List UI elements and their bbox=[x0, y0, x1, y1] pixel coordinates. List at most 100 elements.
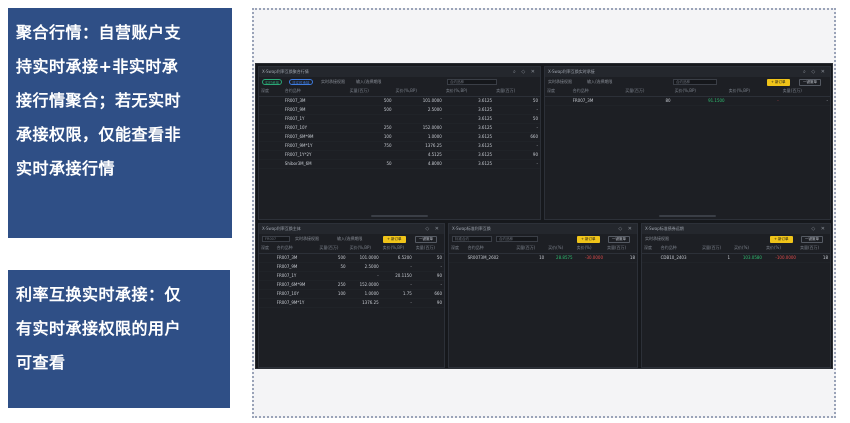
term-filter-label[interactable]: 输入/选择期限 bbox=[587, 77, 612, 87]
table-cell: 500 bbox=[347, 96, 394, 106]
panel-irs-main: X-Swap利率互换主体 ◇ ✕ FR007 实时承接权限 输入/选择期限 + … bbox=[258, 223, 445, 368]
non-realtime-tag[interactable]: 非实时承接 bbox=[289, 79, 313, 85]
table-cell bbox=[347, 114, 394, 124]
permission-toggle-label[interactable]: 实时承接权限 bbox=[548, 77, 572, 87]
column-header: 深度 bbox=[449, 244, 466, 254]
column-header: 买价(%) bbox=[732, 244, 764, 254]
cancel-all-button[interactable]: 一键撤单 bbox=[608, 236, 630, 243]
panel-title-bar[interactable]: X-Swap标准债券远期 ◇ ✕ bbox=[642, 224, 830, 234]
new-order-button[interactable]: + 新订单 bbox=[770, 236, 793, 243]
table-row[interactable]: CDB10_2403 1 103.0580 -100.0000 18 bbox=[642, 253, 830, 263]
panel-title: X-Swap利率互换聚合行情 bbox=[262, 69, 309, 74]
callout-line: 实时承接行情 bbox=[16, 159, 116, 178]
table-cell: -30.0000 bbox=[574, 253, 605, 263]
table-row[interactable]: FR007_9M 50 2.5000- - bbox=[259, 262, 444, 272]
cancel-all-button[interactable]: 一键撤单 bbox=[415, 236, 437, 243]
panel-controls-icon[interactable]: ◇ ✕ bbox=[618, 224, 634, 234]
callout-line: 持实时承接+非实时承 bbox=[16, 57, 179, 76]
table-cell: 28.8575 bbox=[546, 253, 575, 263]
panel-title-bar[interactable]: X-Swap利率互换聚合行情 ⌕ ◇ ✕ bbox=[259, 67, 540, 77]
table-row[interactable]: FR007_6M*9M 100 1.0000 3.6125 660 bbox=[259, 132, 540, 142]
panel-toolbar: 实时承接权限 + 新订单 一键撤单 bbox=[642, 234, 830, 244]
table-cell bbox=[347, 150, 394, 160]
table-row[interactable]: Shibor3M_6M 50 4.8000 3.6125- bbox=[259, 159, 540, 169]
table-cell: 10 bbox=[514, 253, 547, 263]
column-header: 买价(%,BP) bbox=[672, 87, 727, 97]
trading-terminal: X-Swap利率互换聚合行情 ⌕ ◇ ✕ 实时承接 非实时承接 实时承接权限 输… bbox=[255, 63, 833, 369]
panel-toolbar: 实时承接 非实时承接 实时承接权限 输入/选择期限 合约品种 bbox=[259, 77, 540, 87]
table-cell: 250 bbox=[347, 123, 394, 133]
table-row[interactable]: FR007_10Y 250 152.0000 3.6125- bbox=[259, 123, 540, 133]
table-row[interactable]: FR007_10Y 100 1.0000 1.75 660 bbox=[259, 289, 444, 299]
callout-line: 接行情聚合；若无实时 bbox=[16, 91, 182, 110]
column-header: 深度 bbox=[545, 87, 571, 97]
panel-title-bar[interactable]: X-Swap标准利率互换 ◇ ✕ bbox=[449, 224, 637, 234]
table-row[interactable]: FR007_1Y -3.6125 50 bbox=[259, 114, 540, 124]
quotes-table: 深度 合约品种 买量(百万) 买价(%,BP) 卖价(%,BP) 卖量(百万) … bbox=[259, 244, 444, 308]
table-cell: Shibor3M_6M bbox=[282, 159, 348, 169]
table-cell: - bbox=[494, 105, 540, 115]
table-row[interactable]: FR007_9M 500 2.5000 3.6125- bbox=[259, 105, 540, 115]
table-cell: -100.0000 bbox=[763, 253, 798, 263]
panel-controls-icon[interactable]: ◇ ✕ bbox=[811, 224, 827, 234]
permission-toggle-label[interactable]: 实时承接权限 bbox=[645, 234, 669, 244]
panel-title-bar[interactable]: X-Swap利率互换主体 ◇ ✕ bbox=[259, 224, 444, 234]
new-order-button[interactable]: + 新订单 bbox=[577, 236, 600, 243]
panel-title: X-Swap标准债券远期 bbox=[645, 226, 684, 231]
column-header: 深度 bbox=[259, 244, 275, 254]
search-input[interactable]: 合约品种 bbox=[673, 79, 717, 85]
column-header: 合约品种 bbox=[658, 244, 700, 254]
panel-controls-icon[interactable]: ⌕ ◇ ✕ bbox=[803, 67, 827, 77]
cancel-all-button[interactable]: 一键撤单 bbox=[799, 79, 821, 86]
table-body: CDB10_2403 1 103.0580 -100.0000 18 bbox=[642, 253, 830, 263]
table-cell: 2.5000 bbox=[347, 262, 381, 272]
horizontal-scrollbar[interactable] bbox=[659, 215, 716, 217]
quotes-table: 深度 合约品种 买量(百万) 买价(%,BP) 卖价(%,BP) 卖量(百万) … bbox=[259, 87, 540, 169]
table-row[interactable]: SR0073M_2602 10 28.8575 -30.0000 18 bbox=[449, 253, 637, 263]
table-row[interactable]: FR007_3M 500 101.0000 3.6125 50 bbox=[259, 96, 540, 106]
column-header: 买量(百万) bbox=[514, 244, 547, 254]
permission-toggle-label[interactable]: 实时承接权限 bbox=[295, 234, 319, 244]
table-row[interactable]: FR007_9M*1Y 1376.25-90 bbox=[259, 298, 444, 308]
table-row[interactable]: FR007_6M*9M 250 152.0000- - bbox=[259, 280, 444, 290]
depth-cell bbox=[259, 271, 275, 281]
panel-toolbar: FR007 实时承接权限 输入/选择期限 + 新订单 一键撤单 bbox=[259, 234, 444, 244]
column-header: 卖量(百万) bbox=[797, 244, 830, 254]
table-row[interactable]: FR007_3M 500 101.0000 6.5200 50 bbox=[259, 253, 444, 263]
depth-cell bbox=[259, 96, 283, 106]
table-cell: SR0073M_2602 bbox=[465, 253, 515, 263]
table-cell: FR007_3M bbox=[570, 96, 624, 106]
search-input[interactable]: 合约品种 bbox=[447, 79, 497, 85]
term-filter-label[interactable]: 输入/选择期限 bbox=[337, 234, 362, 244]
callout-line: 聚合行情：自营账户支 bbox=[16, 23, 182, 42]
contract-dropdown[interactable]: 标准合约 bbox=[452, 236, 492, 242]
table-cell: CDB10_2403 bbox=[658, 253, 700, 263]
table-cell: 90 bbox=[413, 271, 444, 281]
table-row[interactable]: FR007_1Y -20.1150 90 bbox=[259, 271, 444, 281]
table-cell: 100 bbox=[347, 132, 394, 142]
horizontal-scrollbar[interactable] bbox=[371, 215, 428, 217]
table-cell: - bbox=[380, 280, 414, 290]
panel-toolbar: 实时承接权限 输入/选择期限 合约品种 + 新订单 一键撤单 bbox=[545, 77, 830, 87]
table-cell: FR007_9M bbox=[274, 262, 318, 272]
new-order-button[interactable]: + 新订单 bbox=[383, 236, 406, 243]
cancel-all-button[interactable]: 一键撤单 bbox=[801, 236, 823, 243]
table-row[interactable]: FR007_3M 80 91.1500- - bbox=[545, 96, 830, 106]
term-filter-label[interactable]: 输入/选择期限 bbox=[356, 77, 381, 87]
realtime-tag[interactable]: 实时承接 bbox=[262, 79, 282, 85]
panel-controls-icon[interactable]: ◇ ✕ bbox=[425, 224, 441, 234]
search-input[interactable]: 合约品种 bbox=[496, 236, 538, 242]
permission-toggle-label[interactable]: 实时承接权限 bbox=[321, 77, 345, 87]
new-order-button[interactable]: + 新订单 bbox=[767, 79, 790, 86]
column-header: 深度 bbox=[642, 244, 659, 254]
panel-controls-icon[interactable]: ⌕ ◇ ✕ bbox=[513, 67, 537, 77]
table-row[interactable]: FR007_1Y*2Y 4.5125 3.6125 90 bbox=[259, 150, 540, 160]
panel-title: X-Swap标准利率互换 bbox=[452, 226, 491, 231]
table-row[interactable]: FR007_9M*1Y 750 1376.25 3.6125- bbox=[259, 141, 540, 151]
table-cell: - bbox=[413, 280, 444, 290]
table-cell: 660 bbox=[413, 289, 444, 299]
contract-dropdown[interactable]: FR007 bbox=[262, 236, 290, 242]
column-header: 深度 bbox=[259, 87, 283, 97]
callout-line: 可查看 bbox=[16, 353, 66, 372]
panel-title-bar[interactable]: X-Swap利率互换实时承接 ⌕ ◇ ✕ bbox=[545, 67, 830, 77]
